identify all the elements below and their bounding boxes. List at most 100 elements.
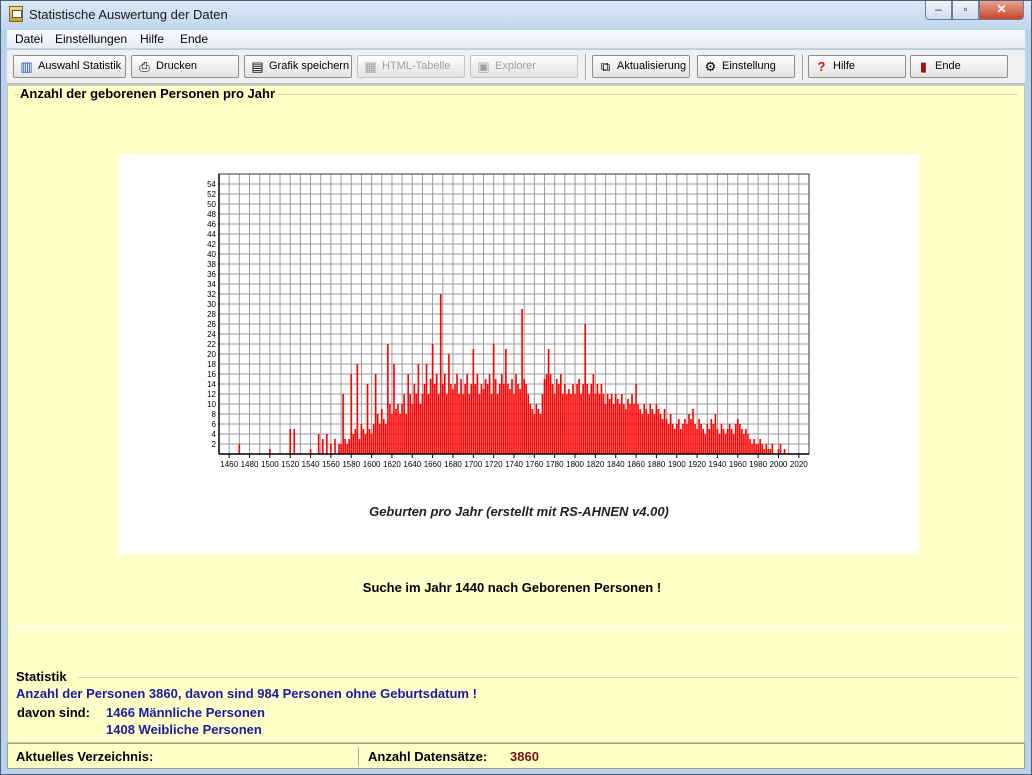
bar <box>616 399 619 454</box>
x-tick-label: 1580 <box>342 460 360 469</box>
minimize-button[interactable]: – <box>925 1 952 20</box>
ende-button[interactable]: ▮ Ende <box>910 55 1008 78</box>
bar <box>602 394 605 454</box>
status-bar: Aktuelles Verzeichnis: Anzahl Datensätze… <box>7 743 1025 769</box>
bar <box>627 399 629 454</box>
bar <box>395 409 397 454</box>
y-tick-label: 44 <box>207 230 216 239</box>
aktualisierung-button[interactable]: ⧉ Aktualisierung <box>592 55 690 78</box>
hilfe-button[interactable]: ? Hilfe <box>808 55 906 78</box>
bar <box>696 429 698 454</box>
bar <box>704 434 707 454</box>
bar <box>289 429 292 454</box>
title-bar[interactable]: Statistische Auswertung der Daten – ▫ ✕ <box>1 1 1031 29</box>
bar <box>562 394 564 454</box>
x-tick-label: 1740 <box>505 460 523 469</box>
bar <box>549 374 552 454</box>
search-message: Suche im Jahr 1440 nach Geborenen Person… <box>362 580 662 595</box>
bar <box>391 414 393 454</box>
bar <box>421 394 424 454</box>
menu-einstellungen[interactable]: Einstellungen <box>55 32 127 46</box>
html-tabelle-button[interactable]: ▦ HTML-Tabelle <box>357 55 465 78</box>
y-tick-label: 42 <box>207 240 216 249</box>
bar <box>604 404 607 454</box>
table-icon: ▦ <box>364 59 377 74</box>
chart-caption: Geburten pro Jahr (erstellt mit RS-AHNEN… <box>369 504 669 519</box>
bar <box>667 424 670 454</box>
y-tick-label: 48 <box>207 210 216 219</box>
bar <box>494 379 497 454</box>
bar <box>456 374 458 454</box>
y-tick-label: 2 <box>212 440 217 449</box>
stats-davon-label: davon sind: <box>17 705 90 720</box>
menu-hilfe[interactable]: Hilfe <box>140 32 164 46</box>
grafik-speichern-label: Grafik speichern <box>269 60 350 72</box>
ende-label: Ende <box>935 60 961 72</box>
bar <box>476 374 479 454</box>
bar <box>718 434 721 454</box>
x-tick-label: 1860 <box>627 460 645 469</box>
bar <box>779 444 782 454</box>
bar <box>598 394 601 454</box>
toolbar-separator <box>802 54 804 80</box>
bar <box>724 434 727 454</box>
explorer-button[interactable]: ▣ Explorer <box>470 55 578 78</box>
x-tick-label: 1800 <box>566 460 584 469</box>
bar <box>553 394 556 454</box>
bar <box>376 414 379 454</box>
bar <box>568 389 570 454</box>
bar <box>454 384 456 454</box>
bar <box>649 404 652 454</box>
bar <box>541 394 544 454</box>
y-tick-label: 28 <box>207 310 216 319</box>
bar <box>631 394 633 454</box>
bar <box>669 414 672 454</box>
bar <box>356 364 359 454</box>
bar <box>720 424 723 454</box>
bar <box>702 429 705 454</box>
drucken-button[interactable]: ⎙ Drucken <box>131 55 239 78</box>
bar <box>441 384 444 454</box>
bar <box>419 404 422 454</box>
bar <box>433 384 436 454</box>
bar <box>726 429 729 454</box>
menu-datei[interactable]: Datei <box>15 32 43 46</box>
bar <box>511 379 513 454</box>
bar <box>387 344 389 454</box>
bar <box>378 424 381 454</box>
current-directory-label: Aktuelles Verzeichnis: <box>16 749 154 764</box>
bar <box>362 429 365 454</box>
bar <box>736 419 739 454</box>
bar <box>639 409 641 454</box>
bar <box>448 354 450 454</box>
y-tick-label: 52 <box>207 190 216 199</box>
x-tick-label: 1720 <box>485 460 503 469</box>
stats-title: Statistik <box>16 669 67 684</box>
x-tick-label: 1760 <box>525 460 543 469</box>
menu-ende[interactable]: Ende <box>180 32 208 46</box>
bar <box>490 394 493 454</box>
stats-female: 1408 Weibliche Personen <box>106 722 262 737</box>
y-tick-label: 12 <box>207 390 216 399</box>
bar <box>409 394 412 454</box>
einstellung-button[interactable]: ⚙ Einstellung <box>697 55 795 78</box>
close-button[interactable]: ✕ <box>979 1 1024 20</box>
maximize-button[interactable]: ▫ <box>952 1 979 20</box>
stats-divider <box>78 677 1018 678</box>
app-icon[interactable] <box>9 6 23 22</box>
bar <box>444 374 446 454</box>
bar <box>397 404 399 454</box>
bar <box>431 344 434 454</box>
y-tick-label: 32 <box>207 290 216 299</box>
y-tick-label: 22 <box>207 340 216 349</box>
bar <box>529 404 532 454</box>
hilfe-label: Hilfe <box>833 60 856 72</box>
auswahl-statistik-button[interactable]: ▥ Auswahl Statistik <box>13 55 126 78</box>
grafik-speichern-button[interactable]: ▤ Grafik speichern <box>244 55 352 78</box>
bar <box>618 404 621 454</box>
bar <box>594 394 597 454</box>
x-tick-label: 1620 <box>383 460 401 469</box>
aktualisierung-label: Aktualisierung <box>617 60 687 72</box>
bar <box>559 374 562 454</box>
bar <box>464 384 466 454</box>
